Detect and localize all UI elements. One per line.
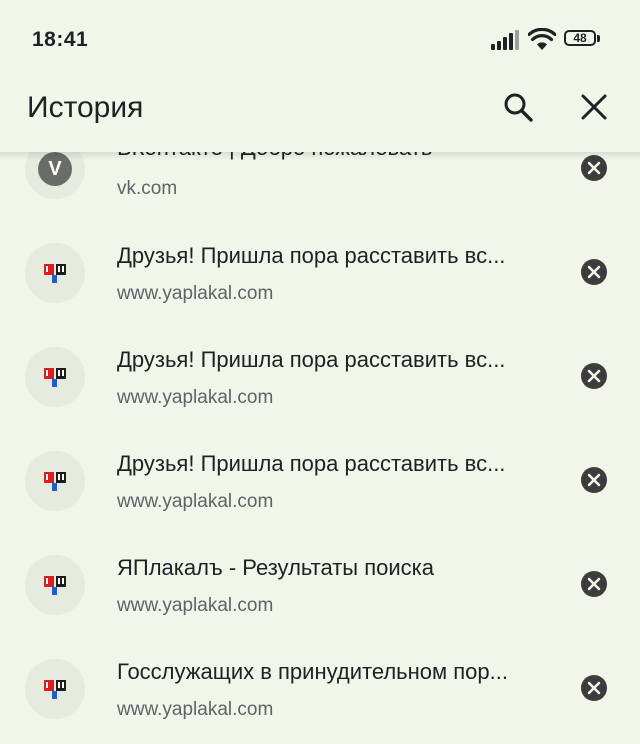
close-icon [581,94,607,120]
yaplakal-icon [44,680,66,699]
close-button[interactable] [572,85,616,129]
favicon [25,659,85,719]
history-item[interactable]: V ВКонтакте | Добро пожаловать vk.com [0,152,640,228]
remove-circle-icon [581,675,607,701]
history-item[interactable]: Госслужащих в принудительном пор... www.… [0,644,640,744]
page-title: История [27,91,144,124]
toolbar-shadow [0,152,640,160]
yaplakal-icon [44,472,66,491]
favicon [25,243,85,303]
remove-button[interactable] [578,360,610,392]
remove-circle-icon [581,363,607,389]
yaplakal-icon [44,368,66,387]
battery-icon: 48 [564,30,602,48]
history-item[interactable]: Друзья! Пришла пора расставить вс... www… [0,436,640,540]
status-bar: 18:41 48 [0,0,640,78]
yaplakal-icon [44,264,66,283]
history-item-url: www.yaplakal.com [117,595,274,616]
history-item[interactable]: Друзья! Пришла пора расставить вс... www… [0,228,640,332]
history-item-url: www.yaplakal.com [117,491,274,512]
yaplakal-icon [44,576,66,595]
signal-icon [491,30,519,50]
wifi-icon [528,28,556,50]
favicon [25,347,85,407]
remove-circle-icon [581,259,607,285]
remove-button[interactable] [578,464,610,496]
search-icon [504,93,533,122]
history-item-title: Друзья! Пришла пора расставить вс... [117,243,506,268]
status-time: 18:41 [32,28,89,51]
remove-circle-icon [581,571,607,597]
history-list: V ВКонтакте | Добро пожаловать vk.com Др… [0,152,640,744]
remove-button[interactable] [578,672,610,704]
favicon [25,555,85,615]
history-item-url: vk.com [117,178,178,199]
history-item-url: www.yaplakal.com [117,387,274,408]
history-item-title: Друзья! Пришла пора расставить вс... [117,451,506,476]
history-item-url: www.yaplakal.com [117,283,274,304]
history-item-title: Друзья! Пришла пора расставить вс... [117,347,506,372]
history-item[interactable]: ЯПлакалъ - Результаты поиска www.yaplaka… [0,540,640,644]
remove-button[interactable] [578,568,610,600]
remove-circle-icon [581,467,607,493]
top-app-bar: История [0,78,640,152]
history-item-title: ЯПлакалъ - Результаты поиска [117,555,435,580]
history-item[interactable]: Друзья! Пришла пора расставить вс... www… [0,332,640,436]
search-button[interactable] [496,85,540,129]
history-item-url: www.yaplakal.com [117,699,274,720]
remove-button[interactable] [578,256,610,288]
favicon [25,451,85,511]
battery-level: 48 [573,31,587,45]
history-item-title: Госслужащих в принудительном пор... [117,659,508,684]
